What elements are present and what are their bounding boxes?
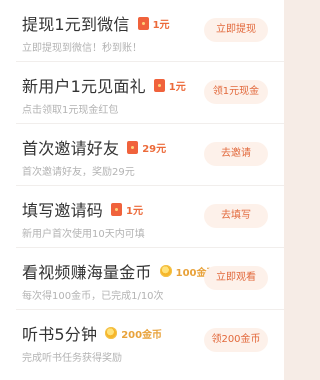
task-reward: 1元: [153, 78, 186, 93]
task-title: 听书5分钟: [22, 325, 98, 344]
task-reward-amount: 29元: [142, 143, 167, 155]
task-item-new-user-gift: 新用户1元见面礼 1元 点击领取1元现金红包 领1元现金: [0, 62, 284, 124]
task-reward: 29元: [127, 140, 166, 155]
task-reward-amount: 1元: [168, 81, 186, 93]
task-title: 首次邀请好友: [22, 139, 120, 158]
red-packet-icon: [137, 16, 149, 30]
task-reward-amount: 1元: [152, 19, 170, 31]
task-reward: 200金币: [105, 326, 162, 341]
withdraw-button[interactable]: 立即提现: [204, 18, 268, 42]
watch-button[interactable]: 立即观看: [204, 266, 268, 290]
task-title: 新用户1元见面礼: [22, 77, 146, 96]
task-title: 看视频赚海量金币: [22, 263, 152, 282]
invite-button[interactable]: 去邀请: [204, 142, 268, 166]
gold-coin-icon: [105, 327, 118, 339]
task-item-listen-book: 听书5分钟 200金币 完成听书任务获得奖励 领200金币: [0, 310, 284, 372]
task-subtitle: 完成听书任务获得奖励: [22, 353, 122, 364]
red-packet-icon: [153, 78, 165, 92]
task-title: 填写邀请码: [22, 201, 104, 220]
task-item-watch-video: 看视频赚海量金币 100金币 每次得100金币，已完成1/10次 立即观看: [0, 248, 284, 310]
task-item-withdraw: 提现1元到微信 1元 立即提现到微信！秒到账！ 立即提现: [0, 0, 284, 62]
red-packet-icon: [127, 140, 139, 154]
task-list: 提现1元到微信 1元 立即提现到微信！秒到账！ 立即提现 新用户1元见面礼 1元…: [0, 0, 284, 380]
task-reward: 1元: [137, 16, 170, 31]
task-subtitle: 立即提现到微信！秒到账！: [22, 43, 142, 54]
task-item-invite-code: 填写邀请码 1元 新用户首次使用10天内可填 去填写: [0, 186, 284, 248]
task-subtitle: 每次得100金币，已完成1/10次: [22, 291, 164, 302]
fill-code-button[interactable]: 去填写: [204, 204, 268, 228]
task-reward-amount: 1元: [126, 205, 143, 217]
claim-coins-button[interactable]: 领200金币: [204, 328, 268, 352]
task-item-invite-friend: 首次邀请好友 29元 首次邀请好友，奖励29元 去邀请: [0, 124, 284, 186]
task-subtitle: 点击领取1元现金红包: [22, 105, 119, 116]
task-reward-amount: 200金币: [121, 329, 163, 341]
task-subtitle: 首次邀请好友，奖励29元: [22, 167, 135, 178]
claim-cash-button[interactable]: 领1元现金: [204, 80, 268, 104]
task-reward: 1元: [111, 202, 143, 217]
task-subtitle: 新用户首次使用10天内可填: [22, 229, 145, 240]
task-title: 提现1元到微信: [22, 15, 130, 34]
gold-coin-icon: [159, 265, 172, 277]
red-packet-icon: [111, 202, 123, 216]
